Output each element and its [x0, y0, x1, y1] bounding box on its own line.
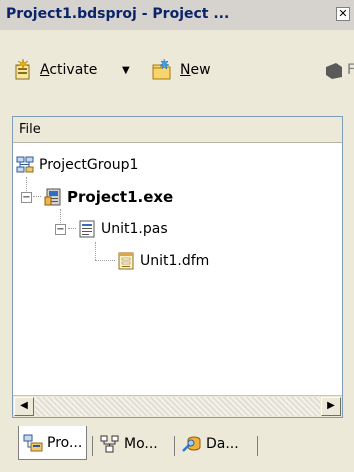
horizontal-scrollbar[interactable]: ◀ ▶ — [13, 395, 342, 417]
collapse-toggle[interactable]: − — [55, 223, 66, 235]
project-exe-icon — [44, 188, 61, 206]
tree-item-label: Project1.exe — [67, 188, 174, 206]
tree-item-label: Unit1.dfm — [140, 253, 210, 269]
form-file-icon — [118, 252, 134, 270]
partial-label: F — [347, 62, 354, 78]
tree-item-unit1-pas[interactable]: − Unit1.pas — [55, 217, 168, 241]
tab-label: Da... — [206, 436, 239, 452]
remove-icon — [326, 63, 342, 79]
tree-line — [95, 242, 97, 260]
tree-item-unit1-dfm[interactable]: Unit1.dfm — [117, 249, 209, 273]
scroll-right-button[interactable]: ▶ — [321, 397, 341, 416]
project-manager-icon — [23, 434, 43, 451]
tree-line — [95, 260, 115, 262]
scrollbar-track[interactable] — [35, 397, 320, 416]
arrow-left-icon: ◀ — [20, 400, 28, 411]
tab-label: Pro... — [47, 434, 83, 451]
toolbar: Activate ▼ New F — [0, 30, 354, 100]
scroll-left-button[interactable]: ◀ — [14, 397, 34, 416]
activate-button[interactable]: Activate — [12, 58, 97, 82]
activate-icon — [15, 59, 30, 80]
close-icon: ✕ — [338, 7, 348, 20]
new-icon — [152, 59, 171, 80]
tab-model-view[interactable]: Mo... — [96, 430, 162, 458]
column-header-label: File — [19, 122, 41, 137]
bottom-tab-strip: Pro... Mo... Da... — [12, 426, 343, 460]
title-bar: Project1.bdsproj - Project ... ✕ — [0, 0, 354, 31]
tab-divider — [257, 436, 258, 456]
tab-project-manager[interactable]: Pro... — [18, 426, 88, 460]
tab-data-explorer[interactable]: Da... — [178, 430, 243, 458]
new-button[interactable]: New — [150, 58, 211, 82]
tree-item-label: ProjectGroup1 — [39, 157, 139, 173]
pascal-unit-icon — [79, 220, 95, 238]
activate-label: Activate — [40, 62, 98, 78]
remove-button[interactable]: F — [322, 58, 354, 82]
tree-item-project1-exe[interactable]: − Project1.exe — [21, 185, 173, 209]
tab-divider — [92, 436, 93, 456]
tab-label: Mo... — [124, 436, 158, 452]
tree-item-label: Unit1.pas — [101, 221, 168, 237]
tab-divider — [174, 436, 175, 456]
new-label: New — [180, 62, 211, 78]
project-group-icon — [16, 156, 34, 173]
close-button[interactable]: ✕ — [336, 7, 350, 21]
window-title: Project1.bdsproj - Project ... — [6, 6, 230, 22]
project-tree-panel: File ProjectGroup1 − Project1.exe − Unit… — [12, 116, 343, 418]
model-view-icon — [100, 435, 119, 453]
chevron-down-icon: ▼ — [122, 64, 130, 76]
tree-item-projectgroup1[interactable]: ProjectGroup1 — [16, 153, 138, 177]
column-header-file[interactable]: File — [13, 117, 342, 143]
data-explorer-icon — [182, 436, 201, 452]
collapse-toggle[interactable]: − — [21, 191, 32, 203]
activate-dropdown[interactable]: ▼ — [122, 58, 130, 82]
arrow-right-icon: ▶ — [327, 400, 335, 411]
